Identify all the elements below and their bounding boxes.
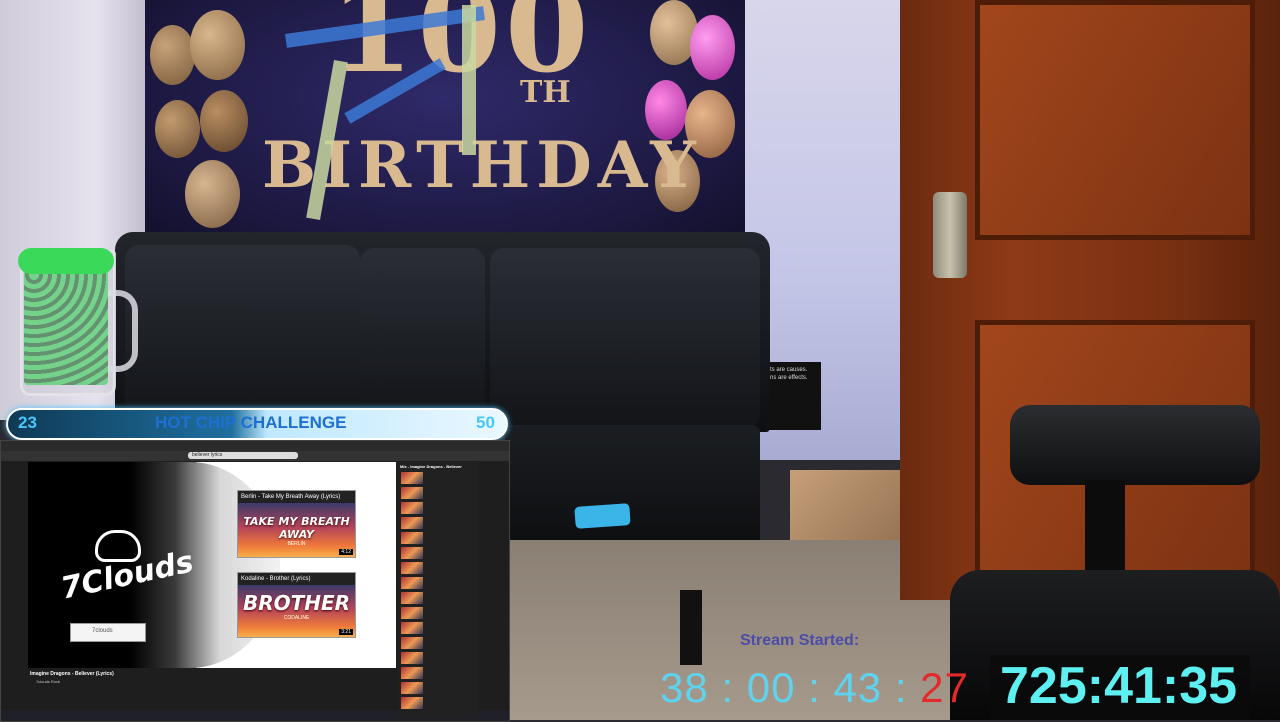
wall-sign-text: ...ts are causes. ...ns are effects. (765, 367, 808, 381)
playlist-item[interactable] (401, 607, 477, 621)
subathon-timer: 725:41:35 (1000, 657, 1238, 715)
playlist-item-thumbnail (401, 592, 423, 604)
playlist-item[interactable] (401, 667, 477, 681)
playlist-item[interactable] (401, 697, 477, 711)
end-card-art-text: BROTHER (242, 591, 351, 615)
blue-tape (574, 503, 631, 529)
end-card-art-text: TAKE MY BREATH AWAY (243, 515, 350, 541)
couch-leg (680, 590, 702, 665)
playlist-item[interactable] (401, 622, 477, 636)
chair-armrest (1010, 405, 1260, 485)
playlist-item-thumbnail (401, 517, 423, 529)
playlist-item-thumbnail (401, 697, 423, 709)
end-card-artist: CODALINE (283, 615, 310, 621)
playlist-item-thumbnail (401, 637, 423, 649)
playlist-item[interactable] (401, 652, 477, 666)
balloon (155, 100, 200, 158)
playlist-item[interactable] (401, 502, 477, 516)
balloon (185, 160, 240, 228)
playlist-item[interactable] (401, 547, 477, 561)
channel-name[interactable]: 7clouds Rock (36, 679, 60, 684)
balloon (690, 15, 735, 80)
playlist-item-thumbnail (401, 607, 423, 619)
tape-strip (462, 5, 476, 155)
playlist-item[interactable] (401, 517, 477, 531)
playlist-item-thumbnail (401, 577, 423, 589)
challenge-goal: 50 (476, 413, 495, 432)
end-card-video[interactable]: Berlin - Take My Breath Away (Lyrics) TA… (237, 490, 356, 558)
youtube-search-text: believer lyrics (192, 452, 223, 458)
end-card-title: Kodaline - Brother (Lyrics) (238, 573, 355, 585)
playlist-item-thumbnail (401, 682, 423, 694)
end-card-video[interactable]: Kodaline - Brother (Lyrics) BROTHER CODA… (237, 572, 356, 638)
mug-foam (18, 248, 114, 274)
end-card-title: Berlin - Take My Breath Away (Lyrics) (238, 491, 355, 503)
playlist-item[interactable] (401, 472, 477, 486)
playlist-title: Mix - Imagine Dragons - Believer (400, 464, 462, 469)
playlist-item[interactable] (401, 592, 477, 606)
playlist-item-thumbnail (401, 547, 423, 559)
browser-tab-bar[interactable] (1, 441, 509, 451)
couch-cushion (360, 248, 485, 423)
subscribe-button-label: 7clouds (92, 628, 113, 634)
playlist-item-thumbnail (401, 487, 423, 499)
chair-post (1085, 480, 1125, 580)
mug-handle (108, 290, 138, 372)
end-card-thumbnail: TAKE MY BREATH AWAY BERLIN 4:12 (238, 503, 355, 557)
balloon (150, 25, 195, 85)
end-card-duration: 3:21 (339, 629, 353, 635)
couch-cushion (490, 248, 760, 428)
door-panel (975, 0, 1255, 240)
balloon (200, 90, 248, 152)
stream-started-label: Stream Started: (740, 632, 860, 649)
playlist-item[interactable] (401, 637, 477, 651)
playlist-item[interactable] (401, 682, 477, 696)
playlist-item-thumbnail (401, 667, 423, 679)
challenge-current: 23 (18, 413, 37, 432)
playlist-item[interactable] (401, 577, 477, 591)
end-card-duration: 4:12 (339, 549, 353, 555)
stream-uptime-hms: 38 : 00 : 43 : (660, 664, 921, 711)
playlist-item-thumbnail (401, 652, 423, 664)
stream-uptime-seconds: 27 (920, 664, 969, 711)
playlist-item[interactable] (401, 487, 477, 501)
end-card-artist: BERLIN (287, 541, 306, 547)
video-title: Imagine Dragons - Believer (Lyrics) (30, 671, 114, 677)
playlist-item-thumbnail (401, 622, 423, 634)
stream-uptime-timer: 38 : 00 : 43 : 27 (660, 664, 969, 712)
end-card-thumbnail: BROTHER CODALINE 3:21 (238, 585, 355, 637)
playlist-item[interactable] (401, 532, 477, 546)
balloon (190, 10, 245, 80)
challenge-title: HOT CHIP CHALLENGE (155, 413, 347, 432)
playlist-item-thumbnail (401, 502, 423, 514)
playlist-item-thumbnail (401, 562, 423, 574)
banner-suffix: TH (520, 75, 571, 110)
playlist-item-thumbnail (401, 532, 423, 544)
door-knob-plate (933, 192, 967, 278)
couch-cushion (125, 245, 360, 420)
playlist-item-thumbnail (401, 472, 423, 484)
playlist-item[interactable] (401, 562, 477, 576)
